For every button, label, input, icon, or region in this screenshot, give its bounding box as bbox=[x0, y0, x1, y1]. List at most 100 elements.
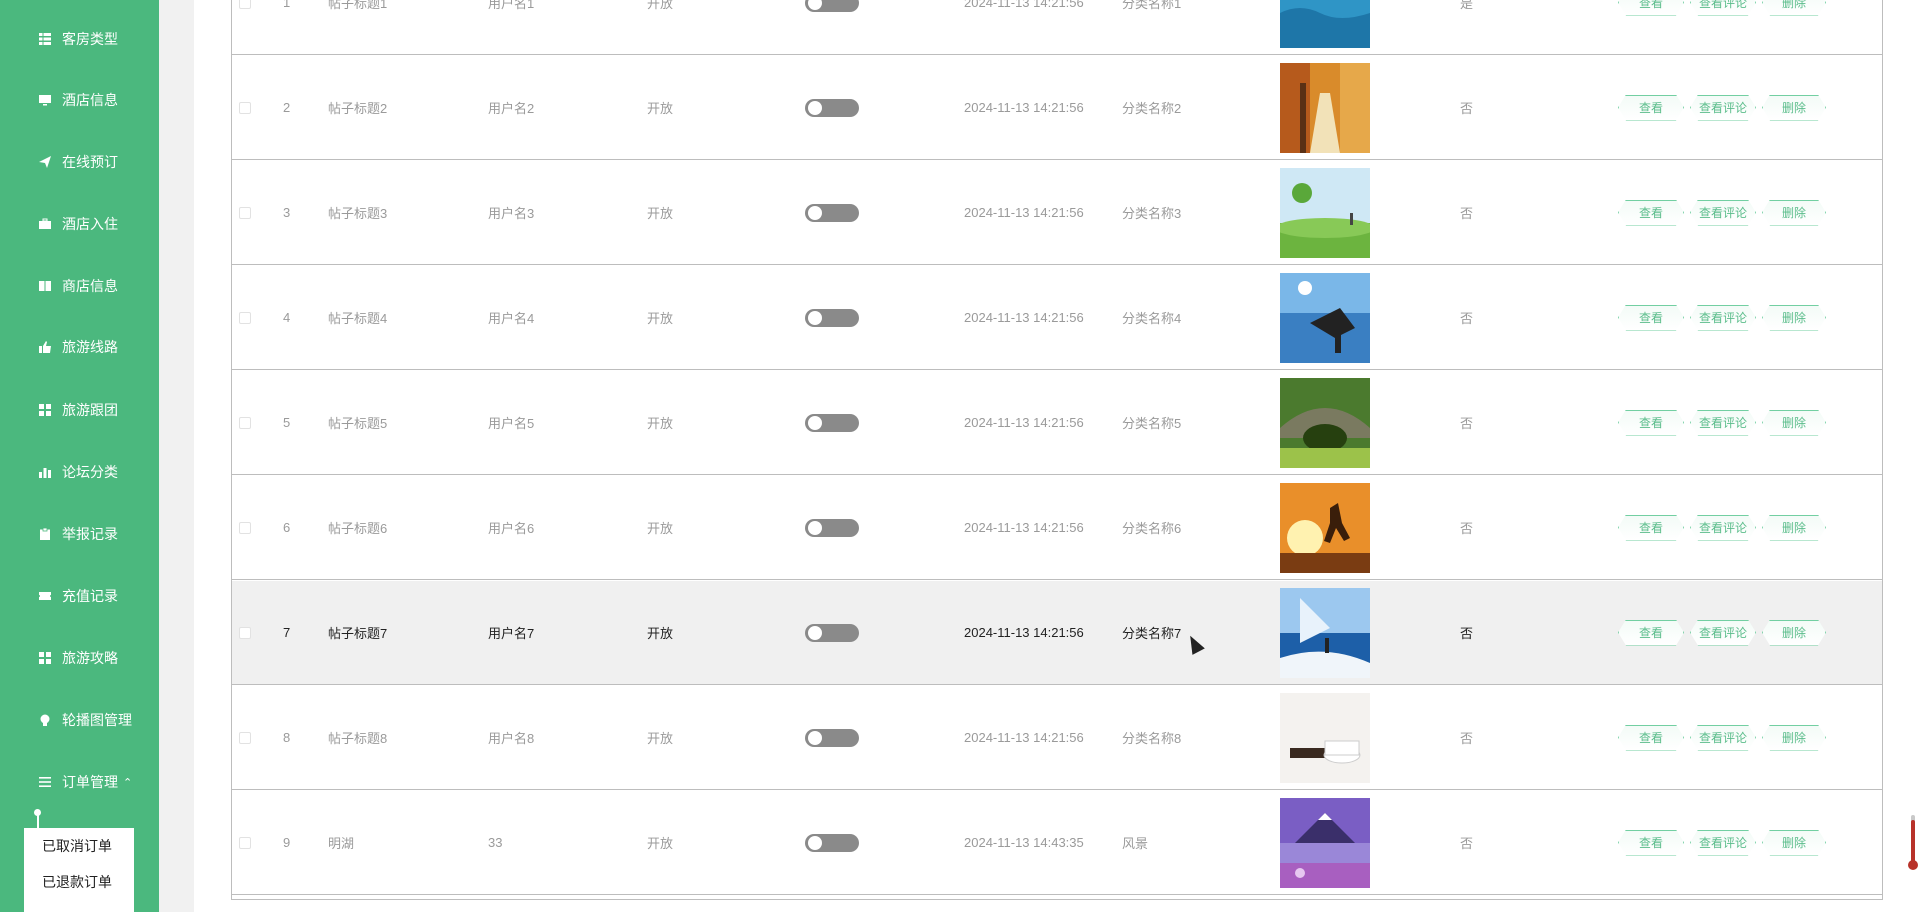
view-comments-button[interactable]: 查看评论 bbox=[1690, 515, 1756, 541]
table-row[interactable]: 7 帖子标题7 用户名7 开放 2024-11-13 14:21:56 分类名称… bbox=[232, 581, 1882, 685]
row-checkbox[interactable] bbox=[239, 791, 253, 894]
row-index: 8 bbox=[283, 730, 291, 745]
status-toggle[interactable] bbox=[805, 266, 859, 369]
row-checkbox[interactable] bbox=[239, 371, 253, 474]
category-name: 分类名称6 bbox=[1122, 521, 1182, 536]
post-image bbox=[1280, 272, 1370, 363]
post-image-cell bbox=[1280, 686, 1370, 789]
view-button[interactable]: 查看 bbox=[1618, 95, 1684, 121]
view-button[interactable]: 查看 bbox=[1618, 410, 1684, 436]
row-index: 6 bbox=[283, 520, 291, 535]
delete-button[interactable]: 删除 bbox=[1762, 200, 1826, 226]
view-button[interactable]: 查看 bbox=[1618, 830, 1684, 856]
toggle-switch[interactable] bbox=[805, 728, 859, 747]
table-row[interactable]: 5 帖子标题5 用户名5 开放 2024-11-13 14:21:56 分类名称… bbox=[232, 371, 1882, 475]
monitor-icon bbox=[38, 93, 52, 107]
toggle-switch[interactable] bbox=[805, 203, 859, 222]
sidebar-item-group-tours[interactable]: 旅游跟团 bbox=[0, 390, 159, 430]
status-toggle[interactable] bbox=[805, 56, 859, 159]
delete-button[interactable]: 删除 bbox=[1762, 725, 1826, 751]
row-index: 5 bbox=[283, 415, 291, 430]
view-button[interactable]: 查看 bbox=[1618, 0, 1684, 16]
delete-button[interactable]: 删除 bbox=[1762, 305, 1826, 331]
row-checkbox[interactable] bbox=[239, 476, 253, 579]
status-toggle[interactable] bbox=[805, 581, 859, 684]
toggle-switch[interactable] bbox=[805, 413, 859, 432]
submenu-item-cancelled-orders[interactable]: 已取消订单 bbox=[24, 828, 134, 864]
delete-button[interactable]: 删除 bbox=[1762, 95, 1826, 121]
post-image bbox=[1280, 377, 1370, 468]
row-checkbox[interactable] bbox=[239, 581, 253, 684]
post-image-cell bbox=[1280, 581, 1370, 684]
toggle-switch[interactable] bbox=[805, 623, 859, 642]
post-image-cell bbox=[1280, 161, 1370, 264]
table-row[interactable]: 3 帖子标题3 用户名3 开放 2024-11-13 14:21:56 分类名称… bbox=[232, 161, 1882, 265]
sidebar-item-online-booking[interactable]: 在线预订 bbox=[0, 142, 159, 182]
sidebar-item-order-management[interactable]: 订单管理 ⌃ bbox=[0, 762, 159, 802]
sidebar-item-label: 酒店信息 bbox=[62, 92, 118, 108]
post-image bbox=[1280, 692, 1370, 783]
sidebar-item-travel-guides[interactable]: 旅游攻略 bbox=[0, 638, 159, 678]
status-toggle[interactable] bbox=[805, 791, 859, 894]
table-row[interactable]: 6 帖子标题6 用户名6 开放 2024-11-13 14:21:56 分类名称… bbox=[232, 476, 1882, 580]
row-checkbox[interactable] bbox=[239, 686, 253, 789]
toggle-switch[interactable] bbox=[805, 308, 859, 327]
view-button[interactable]: 查看 bbox=[1618, 725, 1684, 751]
view-button[interactable]: 查看 bbox=[1618, 515, 1684, 541]
sidebar-item-recharge-records[interactable]: 充值记录 bbox=[0, 576, 159, 616]
post-time: 2024-11-13 14:21:56 bbox=[964, 520, 1084, 535]
chevron-up-icon: ⌃ bbox=[123, 776, 133, 789]
table-row[interactable]: 2 帖子标题2 用户名2 开放 2024-11-13 14:21:56 分类名称… bbox=[232, 56, 1882, 160]
delete-button[interactable]: 删除 bbox=[1762, 515, 1826, 541]
view-comments-button[interactable]: 查看评论 bbox=[1690, 95, 1756, 121]
sidebar-item-forum-categories[interactable]: 论坛分类 bbox=[0, 452, 159, 492]
category-name: 分类名称2 bbox=[1122, 101, 1182, 116]
status-toggle[interactable] bbox=[805, 0, 859, 54]
view-comments-button[interactable]: 查看评论 bbox=[1690, 725, 1756, 751]
table-row[interactable]: 1 帖子标题1 用户名1 开放 2024-11-13 14:21:56 分类名称… bbox=[232, 0, 1882, 55]
table-row[interactable]: 9 明湖 33 开放 2024-11-13 14:43:35 风景 否 查看 查… bbox=[232, 791, 1882, 895]
table-row[interactable]: 4 帖子标题4 用户名4 开放 2024-11-13 14:21:56 分类名称… bbox=[232, 266, 1882, 370]
view-comments-button[interactable]: 查看评论 bbox=[1690, 0, 1756, 16]
delete-button[interactable]: 删除 bbox=[1762, 0, 1826, 16]
table-row[interactable]: 8 帖子标题8 用户名8 开放 2024-11-13 14:21:56 分类名称… bbox=[232, 686, 1882, 790]
post-image-cell bbox=[1280, 371, 1370, 474]
view-button[interactable]: 查看 bbox=[1618, 620, 1684, 646]
status-toggle[interactable] bbox=[805, 371, 859, 474]
toggle-switch[interactable] bbox=[805, 833, 859, 852]
sidebar-item-report-records[interactable]: 举报记录 bbox=[0, 514, 159, 554]
status-toggle[interactable] bbox=[805, 161, 859, 264]
status-toggle[interactable] bbox=[805, 686, 859, 789]
sidebar-item-label: 商店信息 bbox=[62, 278, 118, 294]
sidebar-item-carousel-management[interactable]: 轮播图管理 bbox=[0, 700, 159, 740]
view-comments-button[interactable]: 查看评论 bbox=[1690, 830, 1756, 856]
view-comments-button[interactable]: 查看评论 bbox=[1690, 305, 1756, 331]
view-comments-button[interactable]: 查看评论 bbox=[1690, 200, 1756, 226]
delete-button[interactable]: 删除 bbox=[1762, 620, 1826, 646]
post-status: 开放 bbox=[647, 521, 674, 536]
status-toggle[interactable] bbox=[805, 476, 859, 579]
view-button[interactable]: 查看 bbox=[1618, 200, 1684, 226]
featured-flag: 否 bbox=[1460, 311, 1474, 326]
featured-flag: 是 bbox=[1460, 0, 1474, 11]
view-button[interactable]: 查看 bbox=[1618, 305, 1684, 331]
sidebar-item-room-types[interactable]: 客房类型 bbox=[0, 19, 159, 59]
row-checkbox[interactable] bbox=[239, 161, 253, 264]
sidebar-item-shop-info[interactable]: 商店信息 bbox=[0, 266, 159, 306]
delete-button[interactable]: 删除 bbox=[1762, 830, 1826, 856]
toggle-switch[interactable] bbox=[805, 518, 859, 537]
view-comments-button[interactable]: 查看评论 bbox=[1690, 620, 1756, 646]
paper-plane-icon bbox=[38, 155, 52, 169]
toggle-switch[interactable] bbox=[805, 0, 859, 12]
sidebar-item-tour-routes[interactable]: 旅游线路 bbox=[0, 327, 159, 367]
view-comments-button[interactable]: 查看评论 bbox=[1690, 410, 1756, 436]
delete-button[interactable]: 删除 bbox=[1762, 410, 1826, 436]
row-checkbox[interactable] bbox=[239, 56, 253, 159]
toggle-switch[interactable] bbox=[805, 98, 859, 117]
featured-flag: 否 bbox=[1460, 101, 1474, 116]
row-checkbox[interactable] bbox=[239, 266, 253, 369]
sidebar-item-hotel-checkin[interactable]: 酒店入住 bbox=[0, 204, 159, 244]
submenu-item-refunded-orders[interactable]: 已退款订单 bbox=[24, 864, 134, 900]
row-checkbox[interactable] bbox=[239, 0, 253, 54]
sidebar-item-hotel-info[interactable]: 酒店信息 bbox=[0, 80, 159, 120]
